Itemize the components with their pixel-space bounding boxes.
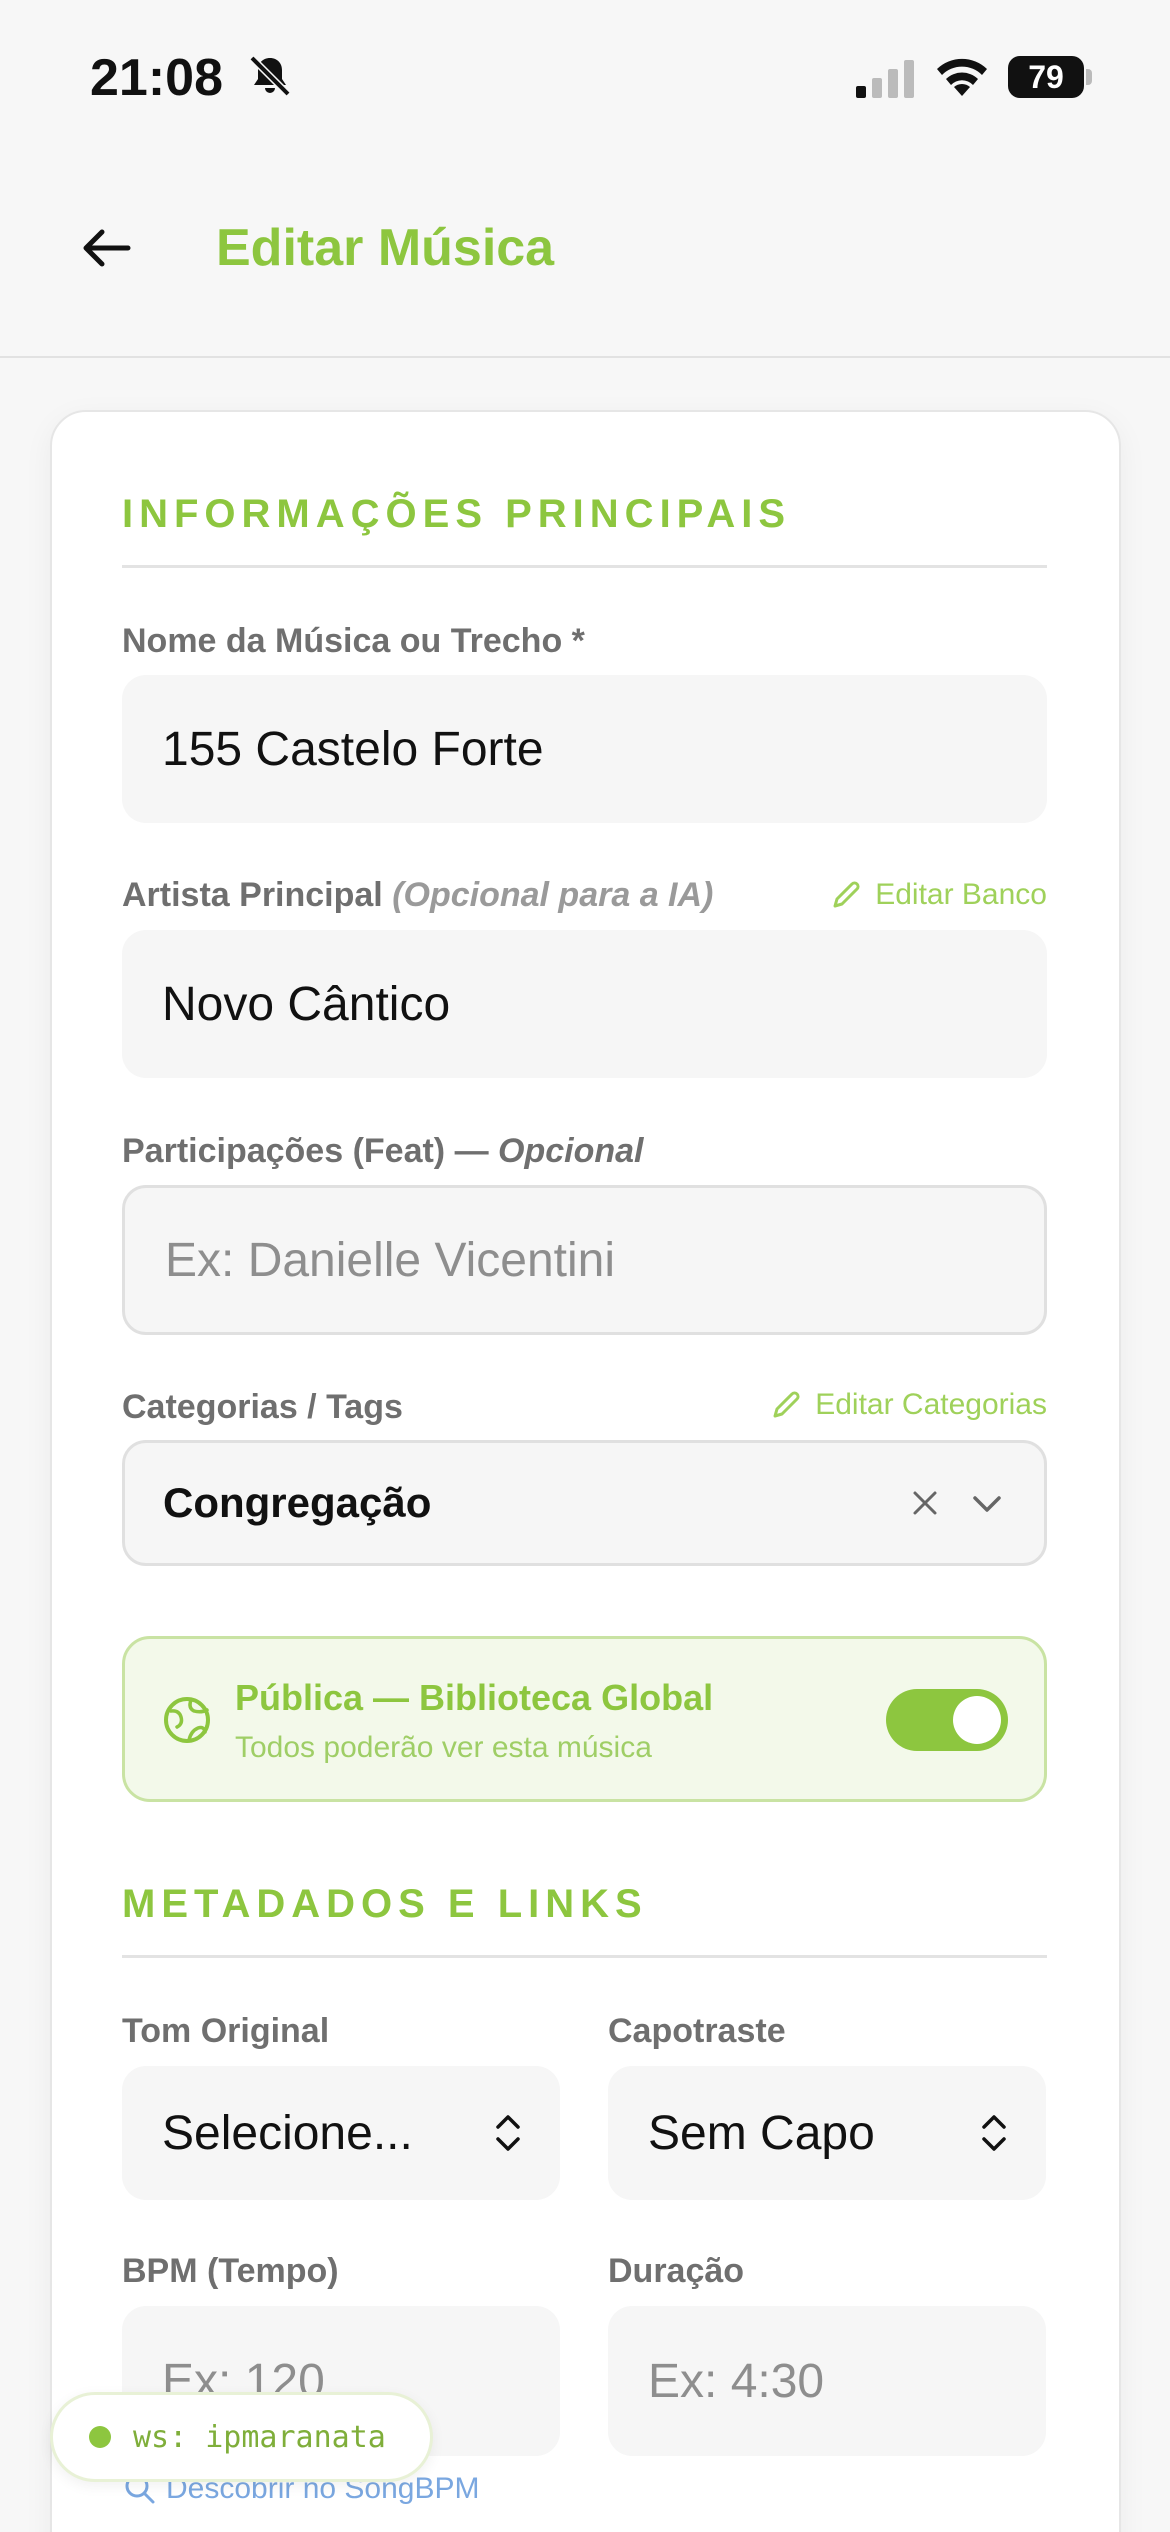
feat-label: Participações (Feat) — Opcional bbox=[122, 1132, 644, 1170]
section-title-meta: METADADOS E LINKS bbox=[122, 1882, 648, 1926]
public-title: Pública — Biblioteca Global bbox=[235, 1677, 714, 1718]
bell-muted-icon bbox=[249, 55, 291, 97]
status-bar: 21:08 79 bbox=[0, 0, 1170, 150]
capo-select[interactable]: Sem Capo bbox=[608, 2066, 1046, 2200]
public-subtitle: Todos poderão ver esta música bbox=[235, 1731, 652, 1764]
duration-input[interactable]: Ex: 4:30 bbox=[608, 2306, 1046, 2456]
artist-input[interactable]: Novo Cântico bbox=[122, 930, 1047, 1078]
select-updown-icon bbox=[982, 2115, 1006, 2151]
page-title: Editar Música bbox=[216, 219, 555, 277]
key-label: Tom Original bbox=[122, 2012, 330, 2050]
section-title-main: INFORMAÇÕES PRINCIPAIS bbox=[122, 492, 792, 536]
arrow-left-icon bbox=[83, 229, 131, 267]
duration-label: Duração bbox=[608, 2252, 745, 2290]
pencil-icon bbox=[833, 881, 860, 908]
clear-icon[interactable] bbox=[910, 1488, 940, 1518]
edit-categories-link[interactable]: Editar Categorias bbox=[769, 1388, 1047, 1422]
select-updown-icon bbox=[496, 2115, 520, 2151]
artist-value: Novo Cântico bbox=[162, 977, 451, 1031]
song-name-value: 155 Castelo Forte bbox=[162, 722, 544, 776]
battery-indicator: 79 bbox=[1008, 56, 1092, 98]
public-toggle[interactable] bbox=[886, 1689, 1008, 1751]
duration-placeholder: Ex: 4:30 bbox=[648, 2354, 825, 2408]
tags-value: Congregação bbox=[163, 1479, 432, 1526]
toggle-knob bbox=[953, 1696, 1001, 1744]
back-button[interactable] bbox=[74, 216, 138, 280]
song-name-label: Nome da Música ou Trecho * bbox=[122, 622, 585, 660]
cellular-signal-icon bbox=[856, 60, 914, 98]
artist-label: Artista Principal (Opcional para a IA) bbox=[122, 876, 714, 914]
edit-artist-bank-link[interactable]: Editar Banco bbox=[829, 878, 1047, 912]
feat-optional-note: Opcional bbox=[498, 1132, 644, 1170]
capo-value: Sem Capo bbox=[648, 2106, 875, 2160]
section-divider bbox=[122, 1955, 1047, 1958]
app-header: Editar Música bbox=[0, 150, 1170, 358]
feat-input[interactable]: Ex: Danielle Vicentini bbox=[122, 1185, 1047, 1335]
websocket-status-badge[interactable]: ws: ipmaranata bbox=[50, 2392, 433, 2482]
chevron-down-icon[interactable] bbox=[970, 1488, 1004, 1518]
public-visibility-box: Pública — Biblioteca Global Todos poderã… bbox=[122, 1636, 1047, 1802]
status-dot bbox=[89, 2426, 111, 2448]
wifi-icon bbox=[937, 58, 987, 96]
status-time: 21:08 bbox=[90, 49, 223, 107]
bpm-label: BPM (Tempo) bbox=[122, 2252, 339, 2290]
tags-label: Categorias / Tags bbox=[122, 1388, 403, 1426]
key-select[interactable]: Selecione... bbox=[122, 2066, 560, 2200]
pencil-icon bbox=[773, 1391, 800, 1418]
globe-icon bbox=[164, 1697, 210, 1743]
tags-select[interactable]: Congregação bbox=[122, 1440, 1047, 1566]
feat-placeholder: Ex: Danielle Vicentini bbox=[165, 1233, 616, 1287]
artist-optional-note: (Opcional para a IA) bbox=[392, 876, 714, 914]
battery-level: 79 bbox=[1008, 56, 1084, 98]
key-value: Selecione... bbox=[162, 2106, 413, 2160]
capo-label: Capotraste bbox=[608, 2012, 786, 2050]
ws-status-text: ws: ipmaranata bbox=[133, 2419, 386, 2455]
section-divider bbox=[122, 565, 1047, 568]
song-name-input[interactable]: 155 Castelo Forte bbox=[122, 675, 1047, 823]
